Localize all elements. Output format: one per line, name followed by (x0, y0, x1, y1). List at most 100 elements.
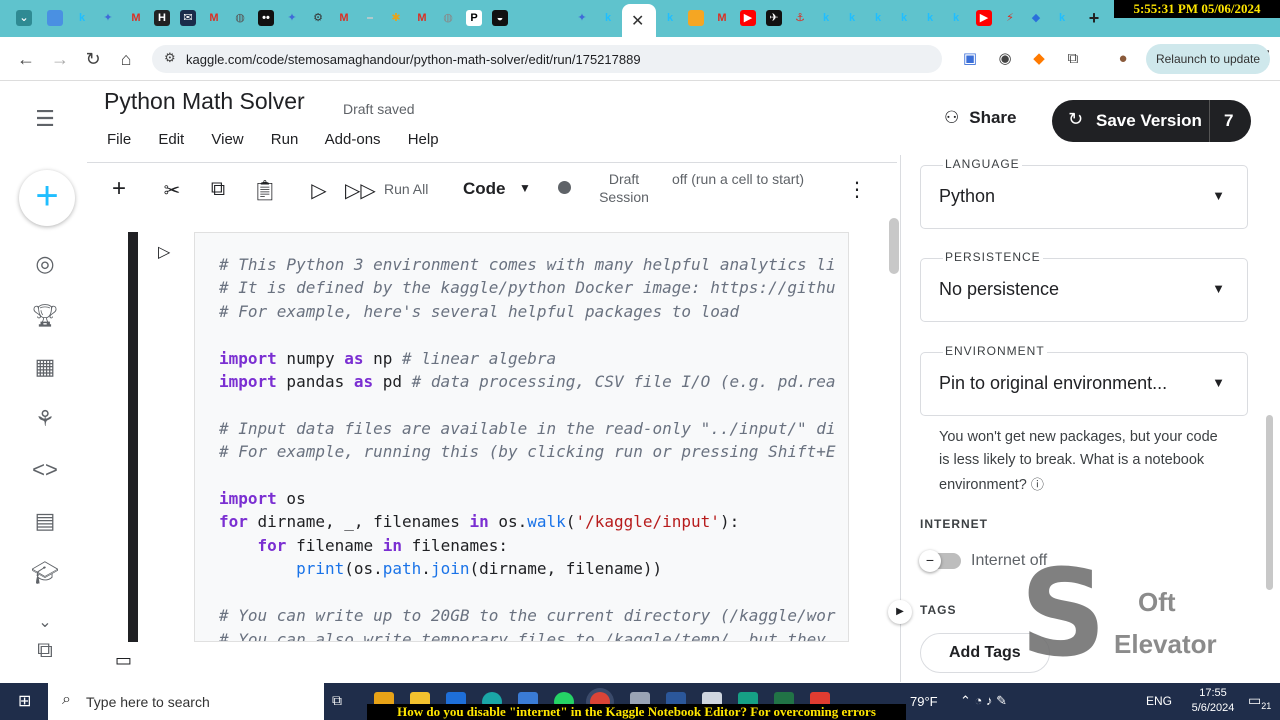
tab-favicon[interactable]: ⚙ (310, 10, 326, 26)
notebook-title[interactable]: Python Math Solver (104, 88, 305, 115)
extension-icon[interactable]: ◆ (1027, 47, 1051, 71)
run-all-label[interactable]: Run All (384, 181, 428, 197)
new-tab-icon[interactable]: + (1086, 9, 1102, 27)
tab-favicon[interactable]: ◍ (440, 10, 456, 26)
tab-favicon[interactable]: k (662, 10, 678, 26)
explore-compass-icon[interactable]: ◎ (30, 249, 60, 279)
tab-favicon[interactable]: k (600, 10, 616, 26)
menu-view[interactable]: View (211, 131, 243, 148)
menu-edit[interactable]: Edit (158, 131, 184, 148)
code-cell[interactable]: # This Python 3 environment comes with m… (194, 232, 849, 642)
tab-favicon[interactable]: k (896, 10, 912, 26)
run-cell-icon[interactable]: ▷ (305, 178, 333, 203)
more-options-icon[interactable]: ⋮ (847, 177, 867, 202)
tab-favicon[interactable]: •• (258, 10, 274, 26)
add-cell-icon[interactable]: + (105, 175, 133, 203)
tab-favicon[interactable]: k (844, 10, 860, 26)
create-plus-button[interactable]: + (19, 170, 75, 226)
competitions-trophy-icon[interactable]: 🏆︎ (30, 301, 60, 331)
tab-favicon[interactable] (47, 10, 63, 26)
tab-favicon[interactable]: M (336, 10, 352, 26)
hamburger-menu-icon[interactable]: ☰ (30, 104, 60, 134)
tab-favicon[interactable]: ▶ (740, 10, 756, 26)
draft-session-label[interactable]: Draft Session (592, 170, 656, 206)
omnibox[interactable]: ⚙ kaggle.com/code/stemosamaghandour/pyth… (152, 45, 942, 73)
tab-favicon[interactable]: ✈ (766, 10, 782, 26)
models-icon[interactable]: ⚘ (30, 404, 60, 434)
menu-help[interactable]: Help (408, 131, 439, 148)
your-work-icon[interactable]: ⧉ (30, 635, 60, 665)
site-info-icon[interactable]: ⚙ (164, 50, 176, 66)
menu-run[interactable]: Run (271, 131, 299, 148)
relaunch-button[interactable]: Relaunch to update (1146, 44, 1270, 74)
tab-favicon[interactable] (688, 10, 704, 26)
extension-icon[interactable]: ▣ (958, 47, 982, 71)
extension-icon[interactable]: ◉ (993, 47, 1017, 71)
run-cell-play-icon[interactable]: ▷ (158, 242, 170, 262)
taskbar-search[interactable]: ⌕ Type here to search (48, 683, 324, 720)
tab-favicon[interactable]: k (818, 10, 834, 26)
back-icon[interactable]: ← (14, 47, 38, 71)
tab-favicon[interactable] (544, 10, 560, 26)
tab-favicon[interactable]: ◍ (232, 10, 248, 26)
tab-favicon[interactable]: k (948, 10, 964, 26)
save-version-button[interactable]: ↻ Save Version 7 (1052, 100, 1251, 142)
menu-file[interactable]: File (107, 131, 131, 148)
windows-start-icon[interactable]: ⊞ (18, 693, 36, 711)
internet-toggle[interactable]: − (919, 550, 961, 572)
reload-icon[interactable]: ↻ (81, 47, 105, 71)
more-chevron-icon[interactable]: ⌄ (30, 608, 60, 638)
task-view-icon[interactable]: ⧉ (332, 692, 352, 712)
tab-favicon[interactable]: ✦ (574, 10, 590, 26)
tab-favicon[interactable]: P (466, 10, 482, 26)
version-count[interactable]: 7 (1224, 111, 1233, 131)
tab-favicon[interactable]: ▶ (976, 10, 992, 26)
tab-favicon[interactable]: ⚡ (1002, 10, 1018, 26)
persistence-select[interactable]: PERSISTENCE No persistence ▼ (920, 250, 1248, 322)
cut-icon[interactable]: ✂ (158, 178, 186, 203)
extensions-puzzle-icon[interactable]: ⧉ (1061, 47, 1085, 71)
tab-favicon[interactable]: k (922, 10, 938, 26)
tab-favicon[interactable]: M (714, 10, 730, 26)
tab-favicon[interactable]: ✦ (100, 10, 116, 26)
tab-favicon[interactable]: ✱ (388, 10, 404, 26)
url-text[interactable]: kaggle.com/code/stemosamaghandour/python… (186, 52, 641, 67)
tab-favicon[interactable]: k (1054, 10, 1070, 26)
share-button[interactable]: ⚇ Share (944, 108, 1017, 128)
tab-favicon[interactable] (518, 10, 534, 26)
tab-favicon[interactable]: H (154, 10, 170, 26)
editor-scrollbar[interactable] (889, 218, 899, 274)
paste-icon[interactable]: 📋︎ (251, 178, 279, 203)
tab-favicon[interactable]: M (414, 10, 430, 26)
code-text[interactable]: # This Python 3 environment comes with m… (219, 253, 836, 641)
environment-select[interactable]: ENVIRONMENT Pin to original environment.… (920, 344, 1248, 416)
tab-favicon[interactable]: k (870, 10, 886, 26)
profile-avatar[interactable]: ● (1111, 47, 1135, 71)
tab-favicon[interactable]: ✦ (284, 10, 300, 26)
tab-favicon[interactable]: ⎯ (362, 10, 378, 26)
cell-type-select[interactable]: Code (463, 179, 506, 199)
weather-temp[interactable]: 79°F (910, 694, 938, 709)
tab-favicon[interactable]: ✉ (180, 10, 196, 26)
collapse-panel-icon[interactable]: ▶ (888, 600, 912, 624)
tab-favicon[interactable]: k (74, 10, 90, 26)
tab-list-icon[interactable]: ⌄ (16, 10, 32, 26)
home-icon[interactable]: ⌂ (114, 47, 138, 71)
tray-icons[interactable]: ⌃ ◔ ♪ ✎ (960, 693, 1007, 709)
code-icon[interactable]: <> (30, 455, 60, 485)
tab-close-icon[interactable]: ✕ (631, 11, 644, 31)
console-terminal-icon[interactable]: ▭ (115, 650, 132, 671)
info-icon[interactable]: ⓘ (1031, 477, 1044, 492)
run-all-icon[interactable]: ▷▷ (345, 178, 376, 203)
learn-icon[interactable]: 🎓︎ (30, 558, 60, 588)
input-language[interactable]: ENG (1146, 694, 1172, 708)
notification-icon[interactable]: ▭21 (1248, 692, 1271, 711)
tab-favicon[interactable]: ⚓ (792, 10, 808, 26)
cell-type-caret-icon[interactable]: ▼ (519, 181, 531, 195)
active-tab[interactable]: ✕ (622, 4, 656, 37)
tab-favicon[interactable]: M (128, 10, 144, 26)
menu-addons[interactable]: Add-ons (325, 131, 381, 148)
toggle-knob[interactable]: − (919, 550, 941, 572)
datasets-table-icon[interactable]: ▦ (30, 352, 60, 382)
copy-icon[interactable]: ⧉ (204, 178, 232, 201)
